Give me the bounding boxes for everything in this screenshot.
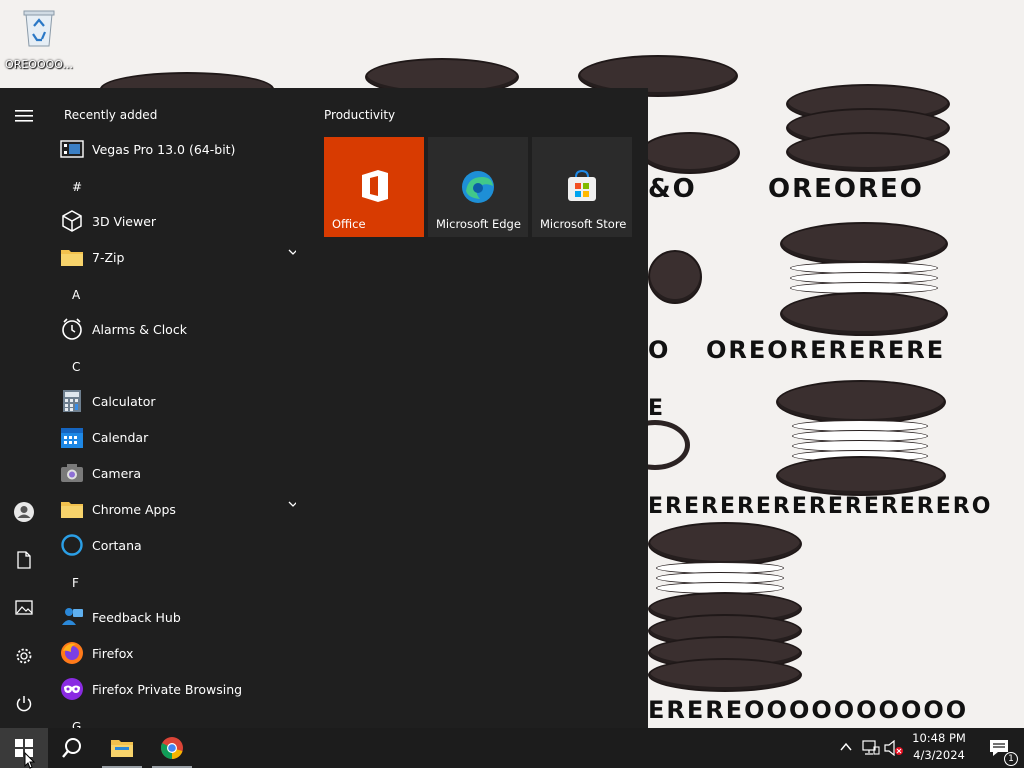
app-name: Camera [92, 465, 142, 481]
tile-microsoft-edge[interactable]: Microsoft Edge [428, 137, 528, 237]
app-name: Calendar [92, 429, 149, 445]
volume-muted-icon[interactable] [884, 740, 904, 756]
chrome-icon [160, 737, 183, 759]
group-header[interactable]: G [72, 720, 81, 728]
system-clock[interactable]: 10:48 PM 4/3/2024 [904, 730, 974, 764]
wallpaper-text: O [648, 336, 671, 364]
action-center-button[interactable]: 1 [976, 728, 1024, 768]
power-icon[interactable] [0, 684, 48, 724]
folder-icon [60, 245, 84, 269]
chevron-down-icon[interactable] [288, 249, 296, 257]
list-item-firefox[interactable]: Firefox [60, 635, 304, 671]
store-icon [568, 169, 596, 201]
pictures-icon[interactable] [0, 588, 48, 628]
tile-office[interactable]: Office [324, 137, 424, 237]
recycle-bin-label: OREOOOO... [5, 58, 73, 71]
calculator-icon [60, 389, 84, 413]
film-icon [60, 137, 84, 161]
private-browsing-icon [60, 677, 84, 701]
wallpaper-text: OREORERERERE [706, 336, 946, 364]
list-item-firefox-private[interactable]: Firefox Private Browsing [60, 671, 304, 707]
firefox-icon [60, 641, 84, 665]
start-menu: Recently added Vegas Pro 13.0 (64-bit) #… [0, 88, 648, 728]
recycle-bin-shortcut[interactable]: OREOOOO... [4, 8, 74, 71]
app-name: Vegas Pro 13.0 (64-bit) [92, 141, 236, 157]
recycle-bin-icon [22, 8, 56, 48]
app-name: Chrome Apps [92, 501, 176, 517]
wallpaper-text: OREOREO [768, 174, 924, 204]
clock-date: 4/3/2024 [913, 748, 965, 762]
user-icon[interactable] [0, 492, 48, 532]
taskbar: 10:48 PM 4/3/2024 1 [0, 728, 1024, 769]
notification-badge: 1 [1004, 752, 1018, 766]
edge-icon [462, 171, 494, 203]
document-icon[interactable] [0, 540, 48, 580]
list-item-alarms-clock[interactable]: Alarms & Clock [60, 311, 304, 347]
file-explorer-icon [111, 740, 133, 757]
settings-icon[interactable] [0, 636, 48, 676]
list-item-7zip[interactable]: 7-Zip [60, 239, 304, 275]
app-name: Feedback Hub [92, 609, 181, 625]
start-button[interactable] [0, 728, 48, 769]
calendar-icon [60, 425, 84, 449]
chrome-button[interactable] [148, 728, 196, 768]
wallpaper-text: ERERERERERERERERERO [648, 494, 993, 519]
app-name: 3D Viewer [92, 213, 157, 229]
tile-label: Office [332, 217, 366, 231]
tile-group-title[interactable]: Productivity [324, 108, 395, 122]
wallpaper-text: E [648, 396, 666, 421]
search-button[interactable] [48, 728, 96, 768]
chevron-down-icon[interactable] [288, 501, 296, 509]
cortana-icon [60, 533, 84, 557]
list-item-camera[interactable]: Camera [60, 455, 304, 491]
list-item-3d-viewer[interactable]: 3D Viewer [60, 203, 304, 239]
mouse-cursor-icon [24, 752, 36, 769]
tile-label: Microsoft Store [540, 217, 627, 231]
app-list: Recently added Vegas Pro 13.0 (64-bit) #… [48, 88, 308, 728]
cube-icon [60, 209, 84, 233]
app-name: Calculator [92, 393, 156, 409]
app-name: Alarms & Clock [92, 321, 187, 337]
wallpaper-text: EREREOOOOOOOOOO [648, 696, 969, 724]
camera-icon [60, 461, 84, 485]
chevron-up-icon[interactable] [840, 742, 852, 752]
wallpaper-text: &O [648, 174, 697, 204]
recently-added-heading: Recently added [64, 108, 158, 122]
folder-icon [60, 497, 84, 521]
tiles-area: Productivity Office Microsoft Edge Micro… [308, 88, 648, 728]
list-item-calculator[interactable]: Calculator [60, 383, 304, 419]
start-rail [0, 88, 48, 728]
list-item-feedback-hub[interactable]: Feedback Hub [60, 599, 304, 635]
app-name: Firefox [92, 645, 134, 661]
network-icon[interactable] [862, 740, 880, 756]
search-icon [62, 738, 81, 758]
group-header[interactable]: C [72, 360, 80, 374]
clock-icon [60, 317, 84, 341]
group-header[interactable]: # [72, 180, 82, 194]
list-item-cortana[interactable]: Cortana [60, 527, 304, 563]
group-header[interactable]: A [72, 288, 80, 302]
tile-label: Microsoft Edge [436, 217, 521, 231]
list-item-vegas-pro[interactable]: Vegas Pro 13.0 (64-bit) [60, 131, 304, 167]
office-icon [362, 170, 388, 202]
file-explorer-button[interactable] [98, 728, 146, 768]
list-item-calendar[interactable]: Calendar [60, 419, 304, 455]
hamburger-icon[interactable] [0, 96, 48, 136]
app-name: Firefox Private Browsing [92, 681, 243, 697]
feedback-icon [60, 605, 84, 629]
app-name: 7-Zip [92, 249, 125, 265]
app-name: Cortana [92, 537, 142, 553]
clock-time: 10:48 PM [912, 731, 966, 745]
tile-microsoft-store[interactable]: Microsoft Store [532, 137, 632, 237]
list-item-chrome-apps[interactable]: Chrome Apps [60, 491, 304, 527]
group-header[interactable]: F [72, 576, 79, 590]
